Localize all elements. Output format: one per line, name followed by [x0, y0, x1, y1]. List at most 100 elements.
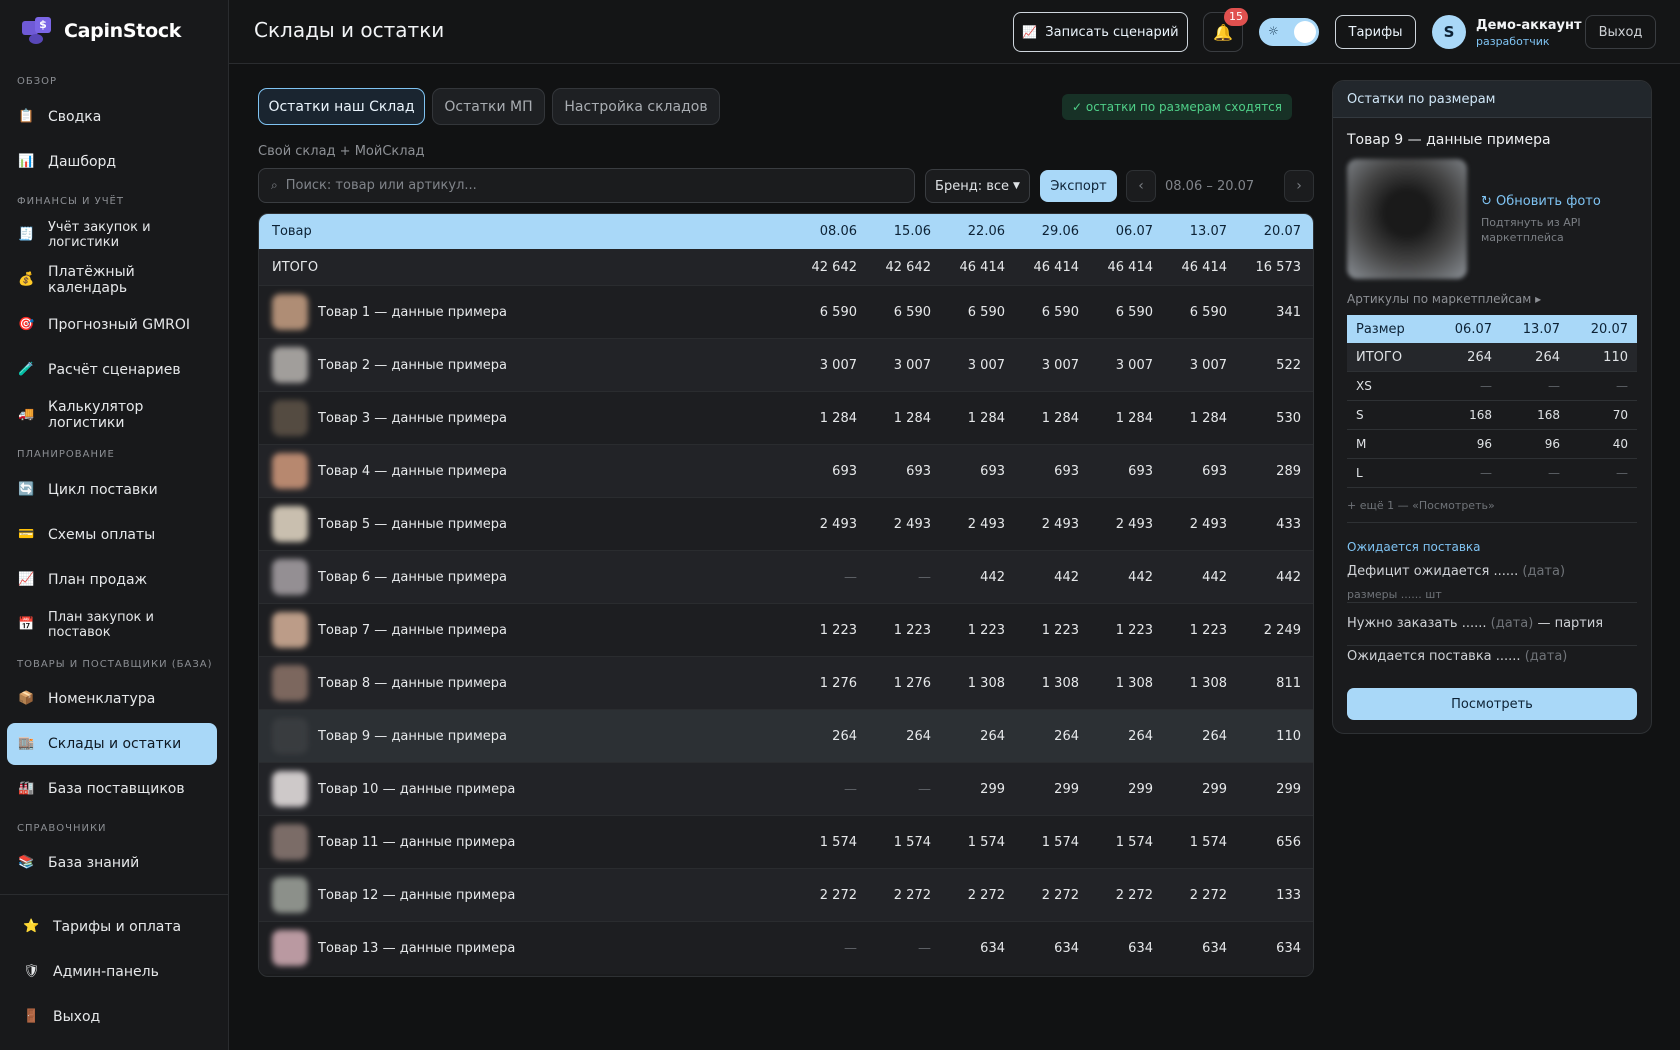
product-cell: Товар 7 — данные примера	[272, 604, 507, 656]
total-cell: 46 414	[1181, 259, 1228, 275]
sidebar-item-gmroi[interactable]: 🎯 Прогнозный GMROI	[7, 304, 217, 346]
stock-cell: 1 284	[1115, 410, 1153, 426]
sidebar-item-payment-schemes[interactable]: 💳 Схемы оплаты	[7, 514, 217, 556]
search-input[interactable]	[285, 178, 886, 193]
books-icon: 📚	[18, 855, 35, 870]
sidebar-item-dashboard[interactable]: 📊 Дашборд	[7, 141, 217, 183]
stock-cell: 2 272	[819, 887, 857, 903]
export-button[interactable]: Экспорт	[1040, 170, 1117, 202]
api-note: Подтянуть из API маркетплейса	[1481, 216, 1581, 244]
sidebar-item-knowledge-base[interactable]: 📚 База знаний	[7, 842, 217, 884]
stock-cell: 693	[1128, 463, 1153, 479]
sidebar-item-logistics-calc[interactable]: 🚚 Калькулятор логистики	[7, 394, 217, 436]
record-scenario-button[interactable]: 📈 Записать сценарий	[1013, 12, 1188, 52]
column-product: Товар	[272, 224, 312, 239]
tariffs-button[interactable]: Тарифы	[1335, 15, 1416, 49]
sidebar-item-purchase-plan[interactable]: 📅 План закупок и поставок	[7, 604, 217, 646]
stock-cell: 264	[1128, 728, 1153, 744]
stock-cell: 6 590	[893, 304, 931, 320]
stock-cell: 1 574	[967, 834, 1005, 850]
product-name: Товар 7 — данные примера	[318, 622, 508, 638]
size-cell: —	[1480, 379, 1492, 393]
stock-cell: 634	[980, 940, 1005, 956]
sidebar-item-summary[interactable]: 📋 Сводка	[7, 96, 217, 138]
app-logo[interactable]: $ CapinStock	[20, 17, 181, 45]
product-thumbnail	[272, 718, 308, 754]
sidebar-item-tariffs[interactable]: ⭐ Тарифы и оплата	[7, 906, 217, 948]
table-row[interactable]: Товар 9 — данные примера 264 264 264 264 264 2…	[259, 709, 1313, 762]
table-row[interactable]: Товар 1 — данные примера 6 590 6 590 6 590 6…	[259, 285, 1313, 338]
tab-own-warehouse[interactable]: Остатки наш Склад	[258, 88, 425, 125]
stock-cell: 1 276	[819, 675, 857, 691]
sidebar-item-admin[interactable]: 🛡 Админ-панель	[7, 951, 217, 993]
table-row[interactable]: Товар 13 — данные примера — — 634 634 634 634 6…	[259, 921, 1313, 974]
stock-cell: 1 574	[1115, 834, 1153, 850]
tab-mp-stock[interactable]: Остатки МП	[432, 88, 545, 125]
sidebar: $ CapinStock ОБЗОР 📋 Сводка 📊 Дашборд ФИНА…	[0, 0, 229, 1050]
logout-button[interactable]: Выход	[1585, 15, 1656, 49]
column-date: 20.07	[1263, 224, 1301, 239]
view-button[interactable]: Посмотреть	[1347, 688, 1637, 720]
stock-cell: 299	[1054, 781, 1079, 797]
sidebar-item-supply-cycle[interactable]: 🔄 Цикл поставки	[7, 469, 217, 511]
search-icon: ⌕	[271, 178, 278, 192]
panel-divider	[1347, 645, 1637, 646]
stock-cell: 2 272	[1041, 887, 1079, 903]
next-range-button[interactable]: ›	[1284, 170, 1314, 202]
sidebar-item-warehouses[interactable]: 🏬 Склады и остатки	[7, 723, 217, 765]
table-row[interactable]: Товар 6 — данные примера — — 442 442 442 442 44…	[259, 550, 1313, 603]
product-cell: Товар 12 — данные примера	[272, 869, 515, 921]
search-box: ⌕	[258, 168, 915, 203]
sidebar-item-logout[interactable]: 🚪 Выход	[7, 996, 217, 1038]
sidebar-item-sales-plan[interactable]: 📈 План продаж	[7, 559, 217, 601]
stock-cell: —	[918, 781, 931, 797]
table-row[interactable]: Товар 4 — данные примера 693 693 693 693 693 6…	[259, 444, 1313, 497]
theme-toggle[interactable]: ☼	[1259, 18, 1319, 46]
brand-select[interactable]: Бренд: все ▼	[925, 169, 1030, 203]
sidebar-item-purchases[interactable]: 🧾 Учёт закупок и логистики	[7, 214, 217, 256]
sidebar-item-scenarios[interactable]: 🧪 Расчёт сценариев	[7, 349, 217, 391]
size-label: XS	[1356, 379, 1372, 393]
table-row[interactable]: Товар 12 — данные примера 2 272 2 272 2 272…	[259, 868, 1313, 921]
product-name: Товар 12 — данные примера	[318, 887, 516, 903]
stock-cell: 1 308	[967, 675, 1005, 691]
table-row[interactable]: Товар 8 — данные примера 1 276 1 276 1 308 1…	[259, 656, 1313, 709]
tab-warehouse-settings[interactable]: Настройка складов	[552, 88, 720, 125]
truck-icon: 🚚	[18, 407, 35, 422]
stock-cell: 1 284	[1041, 410, 1079, 426]
total-label: ИТОГО	[272, 259, 319, 275]
marketplace-articles-link[interactable]: Артикулы по маркетплейсам ▸	[1347, 292, 1541, 306]
product-cell: Товар 10 — данные примера	[272, 763, 515, 815]
sidebar-item-suppliers[interactable]: 🏭 База поставщиков	[7, 768, 217, 810]
table-row[interactable]: Товар 5 — данные примера 2 493 2 493 2 493 2…	[259, 497, 1313, 550]
product-name: Товар 2 — данные примера	[318, 357, 508, 373]
refresh-photo-link[interactable]: ↻ Обновить фото	[1481, 194, 1601, 209]
stock-cell: 1 276	[893, 675, 931, 691]
table-row[interactable]: Товар 3 — данные примера 1 284 1 284 1 284 1…	[259, 391, 1313, 444]
stock-cell: 2 493	[1189, 516, 1227, 532]
status-badge: ✓ остатки по размерам сходятся	[1062, 94, 1292, 120]
factory-icon: 🏭	[18, 781, 35, 796]
size-cell: 40	[1612, 437, 1628, 451]
table-row[interactable]: Товар 7 — данные примера 1 223 1 223 1 223 1…	[259, 603, 1313, 656]
sidebar-item-payment-calendar[interactable]: 💰 Платёжный календарь	[7, 259, 217, 301]
table-row[interactable]: Товар 10 — данные примера — — 299 299 299 299 2…	[259, 762, 1313, 815]
table-row[interactable]: Товар 2 — данные примера 3 007 3 007 3 007 3…	[259, 338, 1313, 391]
avatar[interactable]: S	[1432, 15, 1466, 49]
stock-cell: 3 007	[1189, 357, 1227, 373]
stock-cell: 693	[1202, 463, 1227, 479]
app-name: CapinStock	[64, 20, 182, 42]
stock-cell: 693	[1054, 463, 1079, 479]
section-finance: ФИНАНСЫ И УЧЁТ	[17, 196, 124, 207]
stock-cell: 264	[1054, 728, 1079, 744]
stock-cell: 264	[1202, 728, 1227, 744]
table-row[interactable]: Товар 11 — данные примера 1 574 1 574 1 574…	[259, 815, 1313, 868]
prev-range-button[interactable]: ‹	[1126, 170, 1156, 202]
sidebar-item-nomenclature[interactable]: 📦 Номенклатура	[7, 678, 217, 720]
total-cell: 16 573	[1255, 259, 1302, 275]
size-cell: —	[1548, 466, 1560, 480]
stock-cell: 2 493	[967, 516, 1005, 532]
product-thumbnail	[272, 612, 308, 648]
size-cell: 168	[1469, 408, 1492, 422]
column-date: 08.06	[819, 224, 857, 239]
